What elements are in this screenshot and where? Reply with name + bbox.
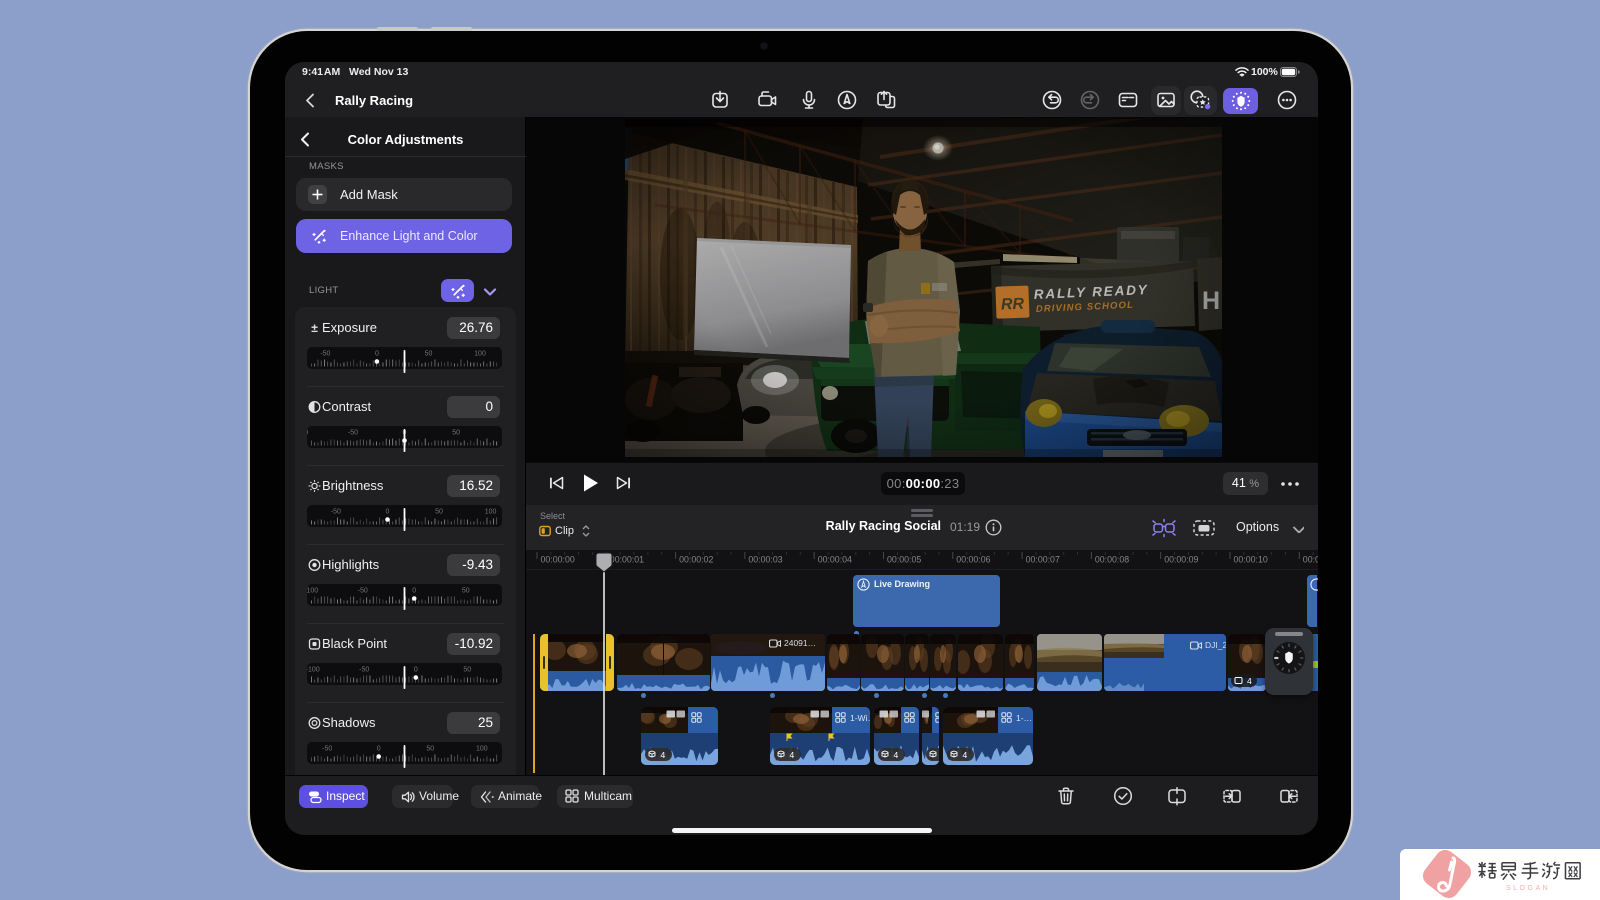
svg-text:4: 4 [661, 750, 666, 760]
svg-text:-50: -50 [331, 509, 341, 516]
svg-text:±: ± [311, 321, 318, 335]
svg-text:50: 50 [425, 351, 433, 358]
svg-text:50: 50 [426, 746, 434, 753]
svg-text:00:00:02: 00:00:02 [679, 555, 713, 565]
svg-text:00:00:11: 00:00:11 [1303, 555, 1318, 565]
svg-text:4: 4 [1247, 676, 1252, 686]
svg-text:0: 0 [386, 509, 390, 516]
svg-text:100: 100 [476, 746, 488, 753]
svg-text:0: 0 [377, 746, 381, 753]
svg-text:00:00:01: 00:00:01 [610, 555, 644, 565]
svg-text:00:00:08: 00:00:08 [1095, 555, 1129, 565]
svg-text:0: 0 [414, 667, 418, 674]
svg-text:100: 100 [474, 351, 486, 358]
svg-text:-100: -100 [304, 588, 318, 595]
svg-text:-50: -50 [320, 351, 330, 358]
svg-text:0: 0 [412, 588, 416, 595]
svg-text:50: 50 [462, 588, 470, 595]
svg-text:50: 50 [463, 667, 471, 674]
svg-text:00:00:00: 00:00:00 [541, 555, 575, 565]
svg-text:50: 50 [452, 430, 460, 437]
svg-text:4: 4 [963, 750, 968, 760]
svg-text:4: 4 [894, 750, 899, 760]
svg-text:00:00:07: 00:00:07 [1026, 555, 1060, 565]
svg-text:00:00:03: 00:00:03 [748, 555, 782, 565]
svg-text:00:00:04: 00:00:04 [818, 555, 852, 565]
svg-text:50: 50 [435, 509, 443, 516]
svg-text:00:00:09: 00:00:09 [1164, 555, 1198, 565]
svg-text:4: 4 [790, 750, 795, 760]
svg-text:-100: -100 [306, 667, 320, 674]
svg-text:0: 0 [375, 351, 379, 358]
svg-text:-50: -50 [358, 588, 368, 595]
svg-text:00:00:05: 00:00:05 [887, 555, 921, 565]
svg-text:-50: -50 [348, 430, 358, 437]
svg-text:00:00:10: 00:00:10 [1234, 555, 1268, 565]
svg-text:00:00:06: 00:00:06 [956, 555, 990, 565]
svg-text:-50: -50 [359, 667, 369, 674]
svg-text:100: 100 [485, 509, 497, 516]
svg-text:-50: -50 [322, 746, 332, 753]
